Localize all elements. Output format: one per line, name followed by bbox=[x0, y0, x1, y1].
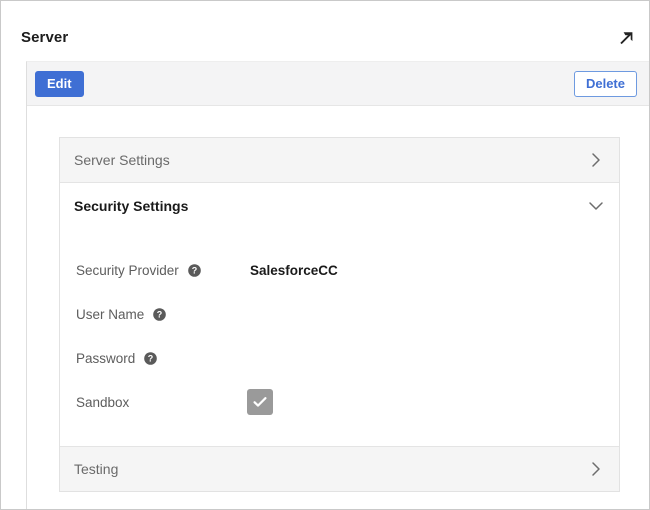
help-circle-icon[interactable]: ? bbox=[153, 308, 166, 322]
svg-text:?: ? bbox=[148, 354, 154, 364]
page-header: Server bbox=[1, 1, 649, 61]
page-title: Server bbox=[21, 29, 69, 46]
form-row-password: Password ? bbox=[60, 336, 619, 380]
field-label-security-provider: Security Provider ? bbox=[76, 263, 201, 278]
form-row-security-provider: Security Provider ? SalesforceCC bbox=[60, 248, 619, 292]
svg-text:?: ? bbox=[191, 266, 197, 276]
server-configuration-page: Server Edit Delete Server Settings Secur… bbox=[0, 0, 650, 510]
accordion-header-testing[interactable]: Testing bbox=[60, 446, 619, 491]
chevron-right-icon[interactable] bbox=[586, 150, 606, 170]
accordion-label-testing: Testing bbox=[74, 461, 119, 477]
server-card-panel: Edit Delete Server Settings Security Set… bbox=[26, 61, 649, 509]
field-label-text: Password bbox=[76, 350, 136, 366]
field-label-text: User Name bbox=[76, 306, 145, 322]
chevron-down-icon[interactable] bbox=[586, 196, 606, 216]
field-label-text: Sandbox bbox=[76, 394, 130, 410]
checkmark-icon bbox=[251, 393, 269, 411]
field-label-sandbox: Sandbox bbox=[76, 395, 129, 410]
field-label-text: Security Provider bbox=[76, 262, 179, 278]
field-value-security-provider: SalesforceCC bbox=[250, 262, 338, 278]
help-circle-icon[interactable]: ? bbox=[187, 264, 201, 278]
action-toolbar: Edit Delete bbox=[27, 62, 649, 106]
accordion-header-server-settings[interactable]: Server Settings bbox=[60, 138, 619, 183]
settings-accordion: Server Settings Security Settings Securi… bbox=[59, 137, 620, 492]
form-row-sandbox: Sandbox bbox=[60, 380, 619, 424]
field-label-password: Password ? bbox=[76, 351, 157, 366]
security-settings-form: Security Provider ? SalesforceCC User Na… bbox=[60, 228, 619, 446]
sandbox-checkbox[interactable] bbox=[247, 389, 273, 415]
form-row-user-name: User Name ? bbox=[60, 292, 619, 336]
accordion-label-security-settings: Security Settings bbox=[74, 197, 189, 214]
svg-text:?: ? bbox=[157, 310, 163, 320]
edit-button[interactable]: Edit bbox=[35, 71, 84, 97]
accordion-section-server-settings: Server Settings bbox=[60, 138, 619, 183]
accordion-section-security-settings: Security Settings Security Provider ? Sa… bbox=[60, 183, 619, 446]
chevron-right-icon[interactable] bbox=[586, 459, 606, 479]
open-in-new-arrow-icon[interactable] bbox=[616, 27, 638, 49]
accordion-header-security-settings[interactable]: Security Settings bbox=[60, 183, 619, 228]
delete-button[interactable]: Delete bbox=[573, 71, 637, 97]
accordion-section-testing: Testing bbox=[60, 446, 619, 491]
help-circle-icon[interactable]: ? bbox=[144, 352, 157, 366]
accordion-label-server-settings: Server Settings bbox=[74, 152, 170, 168]
field-label-user-name: User Name ? bbox=[76, 307, 166, 322]
